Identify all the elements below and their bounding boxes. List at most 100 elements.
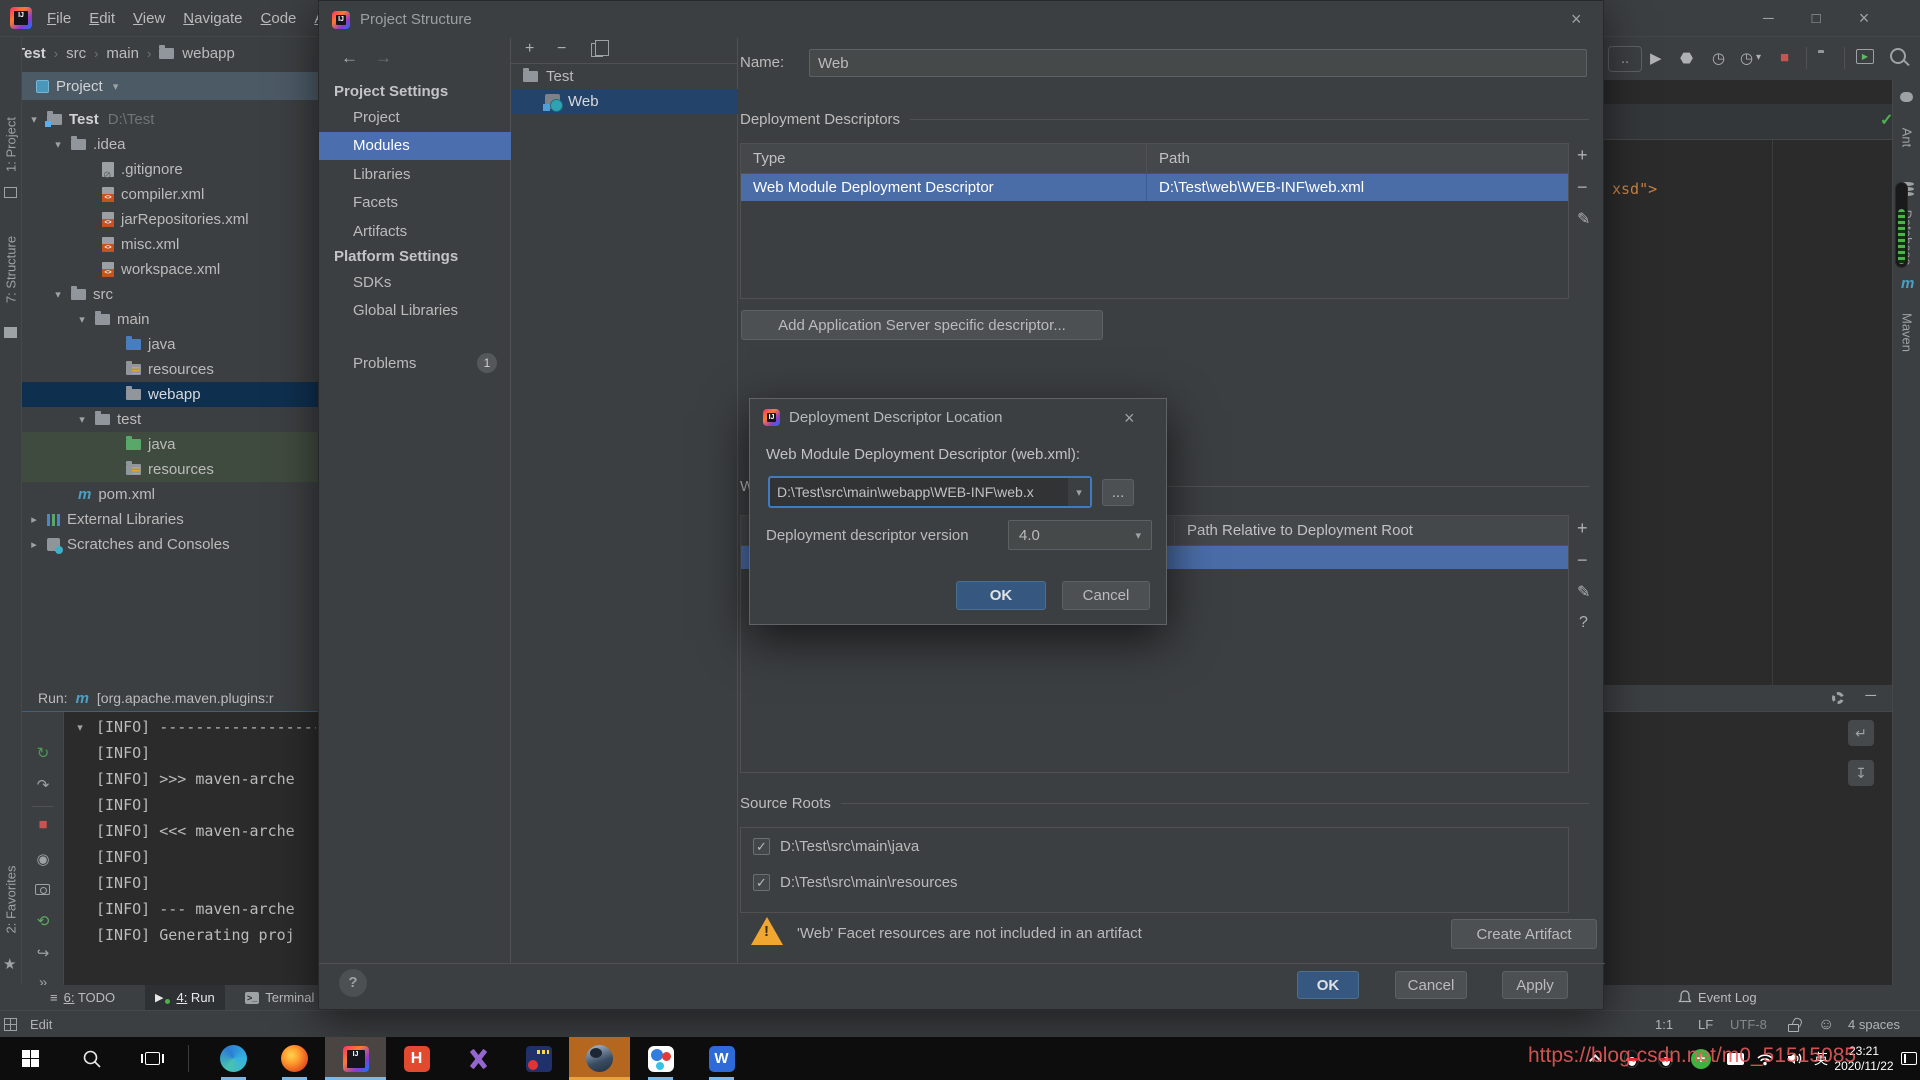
checkbox-checked-icon[interactable]: ✓: [753, 874, 770, 891]
chevron-down-icon[interactable]: ▾: [28, 113, 40, 126]
add-descriptor-icon[interactable]: +: [1577, 145, 1588, 166]
taskbar-app-redball[interactable]: [508, 1037, 569, 1080]
module-name-input[interactable]: [809, 49, 1587, 77]
soft-wrap-icon[interactable]: ↵: [1848, 720, 1874, 746]
chevron-right-icon[interactable]: ▸: [28, 538, 40, 551]
tree-item-webapp-selected[interactable]: webapp: [22, 382, 318, 407]
coverage-icon[interactable]: ◷: [1740, 49, 1753, 67]
remove-module-icon[interactable]: −: [557, 40, 566, 58]
tree-item-gitignore[interactable]: .gitignore: [22, 157, 318, 182]
descriptor-path-field[interactable]: ▾: [768, 476, 1092, 508]
add-web-resource-icon[interactable]: +: [1577, 518, 1588, 539]
tab-terminal[interactable]: >_ Terminal: [235, 985, 324, 1010]
menu-code[interactable]: Code: [261, 10, 297, 27]
sidebar-item-modules[interactable]: Modules: [319, 132, 511, 160]
chevron-down-icon[interactable]: ▾: [1756, 52, 1761, 63]
show-options-icon[interactable]: ◉: [22, 850, 64, 868]
tree-item-misc-xml[interactable]: misc.xml: [22, 232, 318, 257]
back-icon[interactable]: ←: [341, 48, 358, 68]
descriptor-path-input[interactable]: [770, 478, 1068, 506]
breadcrumb-webapp[interactable]: webapp: [182, 45, 235, 62]
stop-icon[interactable]: ■: [22, 816, 64, 833]
edit-descriptor-icon[interactable]: ✎: [1577, 209, 1590, 229]
tab-run[interactable]: ▶ 4: Run: [145, 985, 225, 1010]
tree-item-scratches[interactable]: ▸ Scratches and Consoles: [22, 532, 318, 557]
dialog-cancel-button[interactable]: Cancel: [1395, 971, 1467, 999]
taskbar-intellij-active[interactable]: [325, 1037, 386, 1080]
minimize-panel-icon[interactable]: ─: [1865, 687, 1876, 704]
restore-layout-icon[interactable]: ⟲: [22, 912, 64, 930]
forward-icon[interactable]: →: [375, 48, 392, 68]
browse-button[interactable]: ...: [1102, 479, 1134, 506]
taskbar-circles-app[interactable]: [630, 1037, 691, 1080]
remove-web-resource-icon[interactable]: −: [1577, 550, 1588, 571]
tree-item-test-root[interactable]: ▾ Test D:\Test: [22, 107, 318, 132]
taskbar-visual-studio[interactable]: [447, 1037, 508, 1080]
menu-view[interactable]: View: [133, 10, 165, 27]
sidebar-item-libraries[interactable]: Libraries: [319, 161, 511, 189]
taskbar-search-button[interactable]: [61, 1037, 122, 1080]
copy-module-icon[interactable]: [591, 40, 609, 57]
tree-item-main-java[interactable]: java: [22, 332, 318, 357]
version-dropdown[interactable]: 4.0 ▾: [1008, 520, 1152, 550]
project-panel-header[interactable]: Project ▾: [22, 72, 318, 100]
edit-web-resource-icon[interactable]: ✎: [1577, 582, 1590, 602]
event-log-button[interactable]: Event Log: [1668, 985, 1767, 1010]
tree-item-jarrepositories-xml[interactable]: jarRepositories.xml: [22, 207, 318, 232]
scroll-to-end-icon[interactable]: ↧: [1848, 760, 1874, 786]
chevron-right-icon[interactable]: ▸: [28, 513, 40, 526]
more-icon[interactable]: »: [22, 974, 64, 985]
debug-icon[interactable]: ⬣: [1680, 49, 1693, 67]
module-tree-web-selected[interactable]: Web: [511, 89, 738, 114]
taskbar-firefox[interactable]: [264, 1037, 325, 1080]
rerun-failed-icon[interactable]: ↷: [22, 776, 64, 794]
tab-todo[interactable]: ≡ 6: TODO: [40, 985, 125, 1010]
descriptor-table-row[interactable]: Web Module Deployment Descriptor D:\Test…: [741, 174, 1568, 201]
run-anything-icon[interactable]: ▶: [1856, 49, 1874, 64]
chevron-down-icon[interactable]: ▾: [110, 80, 122, 93]
create-artifact-button[interactable]: Create Artifact: [1451, 919, 1597, 949]
run-config-combo[interactable]: ..: [1608, 46, 1642, 72]
taskbar-wps[interactable]: W: [691, 1037, 752, 1080]
profiler-icon[interactable]: ◷: [1712, 49, 1725, 67]
add-module-icon[interactable]: +: [525, 40, 534, 58]
dialog-apply-button[interactable]: Apply: [1502, 971, 1568, 999]
combo-arrow-icon[interactable]: ▾: [1068, 478, 1090, 506]
checkbox-checked-icon[interactable]: ✓: [753, 838, 770, 855]
chevron-down-icon[interactable]: ▾: [76, 413, 88, 426]
stripe-maven-tab[interactable]: Maven: [1900, 286, 1915, 380]
breadcrumb-src[interactable]: src: [66, 45, 86, 62]
tree-item-pom-xml[interactable]: m pom.xml: [22, 482, 318, 507]
sidebar-item-project[interactable]: Project: [319, 104, 511, 132]
line-separator[interactable]: LF: [1698, 1011, 1713, 1038]
stripe-project-tab[interactable]: 1: Project: [4, 98, 19, 192]
gear-icon[interactable]: [1832, 692, 1844, 704]
popup-ok-button[interactable]: OK: [956, 581, 1046, 610]
sidebar-item-facets[interactable]: Facets: [319, 189, 511, 217]
close-icon[interactable]: ×: [1859, 8, 1870, 29]
stripe-structure-tab[interactable]: 7: Structure: [4, 223, 19, 317]
lock-icon[interactable]: [1788, 1011, 1799, 1038]
source-root-row[interactable]: ✓ D:\Test\src\main\java: [753, 838, 919, 855]
indent-setting[interactable]: 4 spaces: [1848, 1011, 1900, 1038]
add-app-server-descriptor-button[interactable]: Add Application Server specific descript…: [741, 310, 1103, 340]
taskbar-hbuilder[interactable]: H: [386, 1037, 447, 1080]
popup-cancel-button[interactable]: Cancel: [1062, 581, 1150, 610]
screenshot-icon[interactable]: [35, 884, 50, 895]
chevron-down-icon[interactable]: ▾: [52, 288, 64, 301]
run-config-name[interactable]: [org.apache.maven.plugins:r: [97, 690, 274, 706]
tree-item-idea[interactable]: ▾ .idea: [22, 132, 318, 157]
action-center-button[interactable]: [1898, 1037, 1920, 1080]
tree-item-src[interactable]: ▾ src: [22, 282, 318, 307]
popup-close-icon[interactable]: ×: [1124, 408, 1135, 429]
column-path[interactable]: Path: [1146, 143, 1568, 174]
tree-item-external-libraries[interactable]: ▸ External Libraries: [22, 507, 318, 532]
caret-position[interactable]: 1:1: [1655, 1011, 1673, 1038]
sidebar-item-sdks[interactable]: SDKs: [319, 269, 511, 297]
tree-item-test-resources[interactable]: resources: [22, 457, 318, 482]
menu-edit[interactable]: Edit: [89, 10, 115, 27]
chevron-down-icon[interactable]: ▾: [74, 721, 86, 734]
dialog-ok-button[interactable]: OK: [1297, 971, 1359, 999]
chevron-down-icon[interactable]: ▾: [52, 138, 64, 151]
editor-code[interactable]: xsd">: [1612, 180, 1657, 198]
